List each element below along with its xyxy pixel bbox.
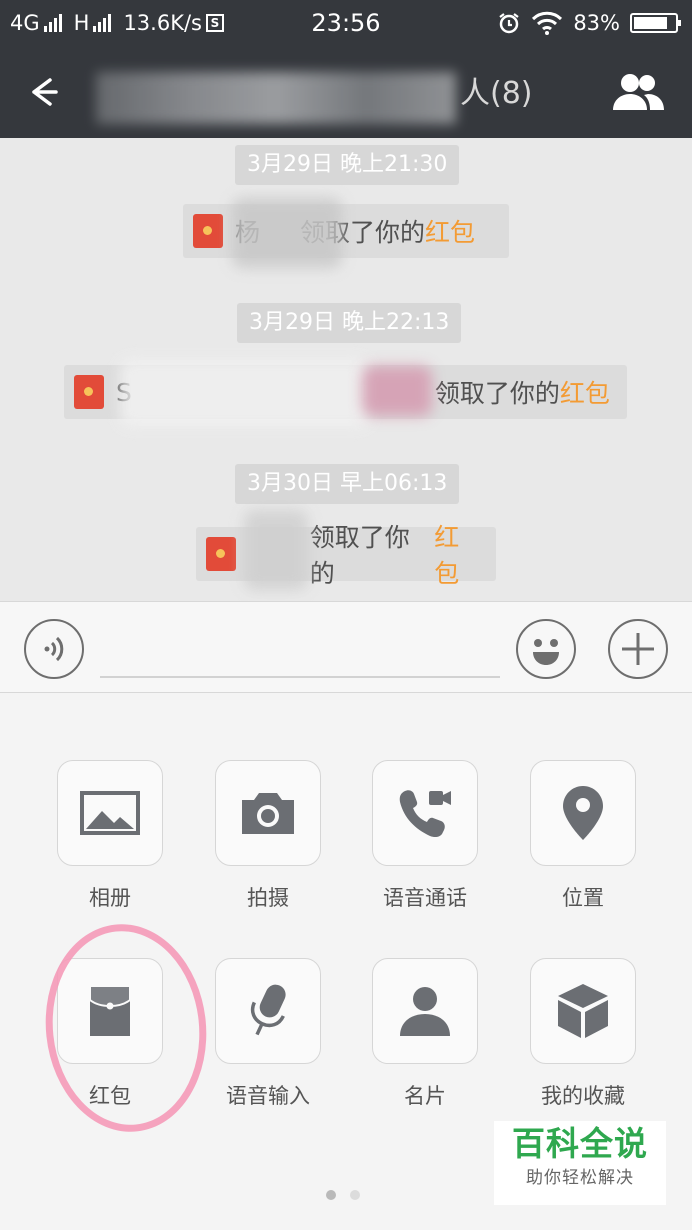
red-packet-link[interactable]: 红包 (434, 518, 484, 590)
timestamp: 3月29日 晚上22:13 (237, 303, 462, 343)
camera-icon (242, 793, 294, 834)
page-dot[interactable] (350, 1190, 360, 1200)
tile-favorites-box[interactable] (530, 958, 636, 1064)
message-input[interactable] (100, 622, 500, 678)
tile-label: 名片 (404, 1084, 446, 1108)
status-right: 83% (497, 0, 681, 46)
battery-icon (630, 13, 681, 33)
tile-voice-input-box[interactable] (215, 958, 321, 1064)
tile-camera-box[interactable] (215, 760, 321, 866)
tile-voice-call[interactable]: 语音通话 (345, 760, 505, 912)
page-indicator (326, 1190, 360, 1200)
watermark-subtitle: 助你轻松解决 (526, 1168, 634, 1188)
tile-album[interactable]: 相册 (30, 760, 190, 912)
battery-percent: 83% (573, 11, 620, 35)
tile-contact-card[interactable]: 名片 (345, 958, 505, 1110)
tile-voice-call-box[interactable] (372, 760, 478, 866)
tile-label: 语音输入 (226, 1084, 310, 1108)
chat-title-suffix: 人(8) (460, 76, 533, 111)
red-packet-icon (193, 214, 223, 248)
input-bar (0, 601, 692, 693)
tile-location[interactable]: 位置 (503, 760, 663, 912)
tile-label: 语音通话 (383, 886, 467, 910)
emoji-button[interactable] (516, 619, 576, 679)
tile-label: 我的收藏 (541, 1084, 625, 1108)
tile-contact-card-box[interactable] (372, 958, 478, 1064)
redaction-smudge (232, 198, 342, 268)
message-action: 领取了你的 (309, 523, 410, 588)
wifi-icon (532, 11, 563, 35)
member-count: (8) (490, 76, 533, 111)
album-icon (80, 791, 140, 835)
voice-waves-icon (44, 636, 64, 662)
redaction-smudge (244, 510, 308, 590)
tile-label: 位置 (562, 886, 604, 910)
tile-voice-input[interactable]: 语音输入 (188, 958, 348, 1110)
voice-toggle-button[interactable] (24, 619, 84, 679)
favorites-box-icon (558, 984, 608, 1038)
group-members-button[interactable] (610, 70, 666, 114)
chat-history[interactable]: 3月29日 晚上21:30 杨 领取了你的 红包 3月29日 晚上22:13 S… (0, 138, 692, 601)
voice-call-icon (399, 790, 451, 838)
contact-card-icon (400, 987, 450, 1036)
system-message: 领取了你的 红包 (196, 523, 496, 588)
status-bar: 4G H 13.6K/s S 23:56 83% (0, 0, 692, 46)
title-bar: 人(8) (0, 46, 692, 138)
tile-location-box[interactable] (530, 760, 636, 866)
red-packet-link[interactable]: 红包 (560, 374, 610, 410)
microphone-icon (250, 984, 286, 1036)
page-dot-active[interactable] (326, 1190, 336, 1200)
alarm-icon (499, 13, 519, 34)
tile-favorites[interactable]: 我的收藏 (503, 958, 663, 1110)
tile-label: 拍摄 (247, 886, 289, 910)
redacted-title-smudge (96, 72, 456, 124)
red-packet-icon (74, 375, 104, 409)
tile-label: 相册 (89, 886, 131, 910)
redaction-smudge (120, 360, 370, 426)
tile-camera[interactable]: 拍摄 (188, 760, 348, 912)
smiley-icon (533, 639, 559, 665)
more-button[interactable] (608, 619, 668, 679)
back-arrow-icon (32, 78, 58, 106)
red-packet-link[interactable]: 红包 (425, 213, 475, 249)
timestamp: 3月29日 晚上21:30 (235, 145, 460, 185)
group-members-icon (613, 74, 664, 110)
red-packet-icon (206, 537, 236, 571)
back-button[interactable] (20, 68, 68, 116)
location-icon (563, 786, 603, 840)
redaction-smudge (362, 366, 432, 416)
watermark-logo: 百科全说 助你轻松解决 (494, 1121, 666, 1205)
message-action: 领取了你的 (434, 379, 560, 408)
watermark-title: 百科全说 (512, 1124, 648, 1163)
tile-album-box[interactable] (57, 760, 163, 866)
timestamp: 3月30日 早上06:13 (235, 464, 460, 504)
plus-icon (622, 633, 654, 665)
chat-title: 人(8) (96, 72, 556, 124)
